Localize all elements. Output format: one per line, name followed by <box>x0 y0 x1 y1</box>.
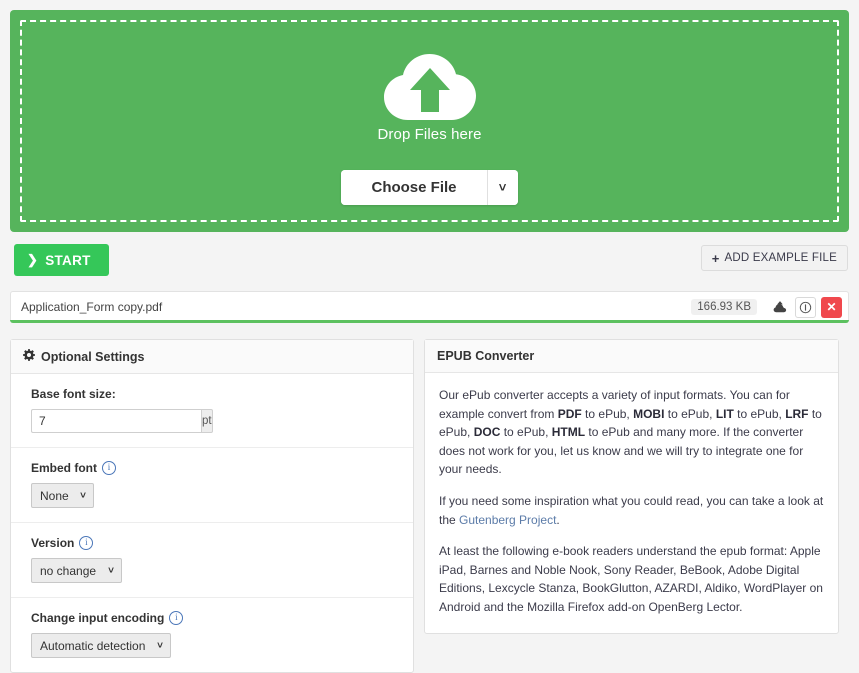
epub-converter-header: EPUB Converter <box>425 340 838 373</box>
base-font-size-group[interactable]: pt <box>31 409 213 433</box>
chevron-right-icon: ❯ <box>27 252 39 267</box>
optional-settings-header: Optional Settings <box>11 340 413 374</box>
remove-file-button[interactable]: ✕ <box>821 296 842 318</box>
action-row: ❯ START + ADD EXAMPLE FILE <box>10 244 849 276</box>
embed-font-label: Embed font <box>31 461 97 475</box>
format-name: MOBI <box>633 406 665 421</box>
setting-label: Change input encoding i <box>31 611 401 625</box>
gutenberg-project-link[interactable]: Gutenberg Project <box>459 513 556 527</box>
epub-converter-info-panel: EPUB Converter Our ePub converter accept… <box>424 339 839 634</box>
panels-container: Optional Settings Base font size: pt Emb… <box>10 339 849 673</box>
base-font-size-input[interactable] <box>31 409 201 433</box>
setting-label: Version i <box>31 536 401 550</box>
setting-version: Version i no change ˅ <box>11 523 413 598</box>
setting-embed-font: Embed font i None ˅ <box>11 448 413 523</box>
plus-icon: + <box>711 250 720 266</box>
info-circle-icon[interactable] <box>795 296 816 318</box>
format-name: LIT <box>715 406 734 421</box>
file-name: Application_Form copy.pdf <box>21 300 163 314</box>
epub-converter-body: Our ePub converter accepts a variety of … <box>425 373 838 633</box>
change-input-encoding-select[interactable]: Automatic detection <box>31 633 171 658</box>
base-font-size-label: Base font size: <box>31 387 116 401</box>
format-name: PDF <box>557 406 582 421</box>
cloud-upload-icon <box>383 54 476 122</box>
change-input-encoding-label: Change input encoding <box>31 611 165 625</box>
converter-page: Drop Files here Choose File ˅ ❯ START + … <box>0 10 859 673</box>
format-name: LRF <box>785 406 809 421</box>
optional-settings-panel: Optional Settings Base font size: pt Emb… <box>10 339 414 673</box>
change-input-encoding-select-wrap[interactable]: Automatic detection ˅ <box>31 633 171 658</box>
start-button-label: START <box>45 252 91 268</box>
info-paragraph-3: At least the following e-book readers un… <box>439 544 823 614</box>
embed-font-select-wrap[interactable]: None ˅ <box>31 483 94 508</box>
add-example-file-label: ADD EXAMPLE FILE <box>724 252 837 264</box>
format-name: DOC <box>473 425 501 440</box>
epub-converter-title: EPUB Converter <box>437 349 535 363</box>
format-name: HTML <box>551 425 586 440</box>
setting-label: Base font size: <box>31 387 401 401</box>
choose-file-group[interactable]: Choose File ˅ <box>341 170 518 205</box>
dropzone-dashed-area[interactable]: Drop Files here Choose File ˅ <box>20 20 839 222</box>
setting-change-input-encoding: Change input encoding i Automatic detect… <box>11 598 413 672</box>
start-button[interactable]: ❯ START <box>14 244 109 276</box>
uploaded-file-row: Application_Form copy.pdf 166.93 KB ✕ <box>10 291 849 323</box>
cloud-upload-icon[interactable] <box>769 297 790 318</box>
version-select-wrap[interactable]: no change ˅ <box>31 558 122 583</box>
version-select[interactable]: no change <box>31 558 122 583</box>
info-circle-icon[interactable]: i <box>79 536 94 550</box>
version-label: Version <box>31 536 75 550</box>
file-size-badge: 166.93 KB <box>691 299 757 315</box>
choose-file-button[interactable]: Choose File <box>341 170 487 205</box>
setting-label: Embed font i <box>31 461 401 475</box>
info-circle-icon[interactable]: i <box>169 611 184 625</box>
info-paragraph-1: Our ePub converter accepts a variety of … <box>439 388 822 477</box>
setting-base-font-size: Base font size: pt <box>11 374 413 448</box>
file-dropzone[interactable]: Drop Files here Choose File ˅ <box>10 10 849 232</box>
gear-icon <box>23 349 35 364</box>
close-icon: ✕ <box>826 300 837 314</box>
embed-font-select[interactable]: None <box>31 483 94 508</box>
info-paragraph-2: If you need some inspiration what you co… <box>439 493 824 527</box>
chevron-down-icon[interactable]: ˅ <box>486 170 518 205</box>
info-circle-icon[interactable]: i <box>102 461 116 475</box>
optional-settings-title: Optional Settings <box>41 349 145 364</box>
add-example-file-button[interactable]: + ADD EXAMPLE FILE <box>700 245 848 271</box>
base-font-size-unit: pt <box>201 409 213 433</box>
drop-files-label: Drop Files here <box>377 126 482 143</box>
upload-progress-bar <box>10 320 849 323</box>
